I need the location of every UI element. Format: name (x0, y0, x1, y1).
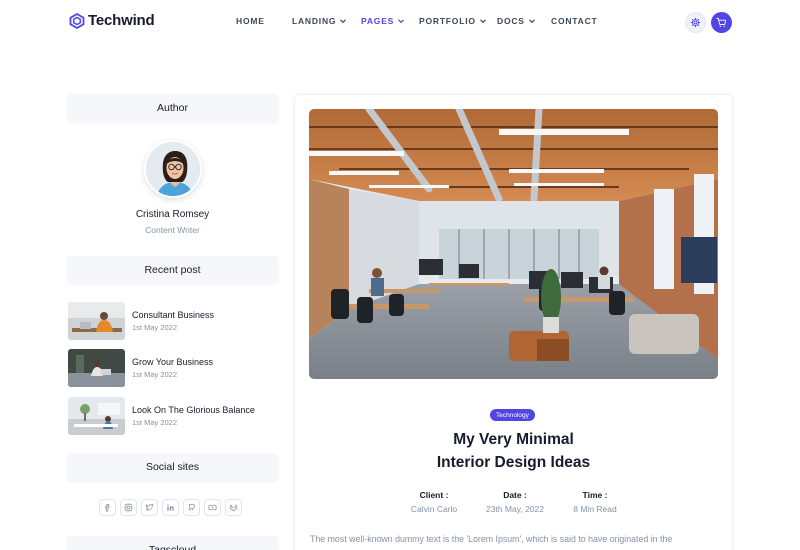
post-date: 1st May 2022 (132, 418, 178, 427)
avatar[interactable] (144, 140, 202, 198)
nav-item-label: CONTACT (551, 16, 598, 26)
meta-label: Date : (503, 490, 527, 500)
author-photo (146, 142, 200, 196)
nav-item-label: PAGES (361, 16, 395, 26)
nav-item-pages[interactable]: PAGES (361, 16, 405, 26)
nav-item-portfolio[interactable]: PORTFOLIO (419, 16, 487, 26)
meta-date: Date : 23th May, 2022 (470, 490, 560, 514)
chevron-down-icon (479, 19, 486, 24)
gear-icon (690, 17, 701, 28)
nav-item-label: HOME (236, 16, 265, 26)
social-sites-heading: Social sites (67, 453, 278, 481)
article-hero-image (309, 109, 718, 379)
meta-value: Calvin Carlo (410, 504, 458, 514)
post-title[interactable]: Look On The Glorious Balance (132, 405, 255, 415)
post-thumbnail[interactable] (68, 397, 125, 435)
twitter-icon[interactable] (141, 499, 158, 516)
tagscloud-heading: Tagscloud (67, 536, 278, 550)
recent-post-item[interactable]: Look On The Glorious Balance 1st May 202… (68, 397, 278, 435)
article-title-line-2: Interior Design Ideas (436, 454, 591, 471)
nav-item-label: LANDING (292, 16, 337, 26)
post-date: 1st May 2022 (132, 323, 178, 332)
nav-item-docs[interactable]: DOCS (497, 16, 536, 26)
facebook-icon[interactable] (99, 499, 116, 516)
recent-post-item[interactable]: Grow Your Business 1st May 2022 (68, 349, 278, 387)
nav-item-landing[interactable]: LANDING (292, 16, 347, 26)
recent-post-heading: Recent post (67, 256, 278, 284)
post-date: 1st May 2022 (132, 370, 178, 379)
post-thumbnail[interactable] (68, 349, 125, 387)
author-role: Content Writer (145, 225, 200, 235)
instagram-icon[interactable] (120, 499, 137, 516)
meta-label: Client : (419, 490, 449, 500)
article-title-line-1: My Very Minimal (453, 431, 574, 448)
meta-value: 23th May, 2022 (486, 504, 544, 514)
author-heading: Author (67, 94, 278, 122)
category-badge[interactable]: Technology (490, 409, 535, 421)
article-excerpt: The most well-known dummy text is the 'L… (310, 534, 673, 544)
linkedin-icon[interactable] (162, 499, 179, 516)
recent-post-item[interactable]: Consultant Business 1st May 2022 (68, 302, 278, 340)
cart-button[interactable] (711, 12, 732, 33)
post-title[interactable]: Consultant Business (132, 310, 214, 320)
youtube-icon[interactable] (204, 499, 221, 516)
meta-label: Time : (582, 490, 608, 500)
meta-time: Time : 8 Min Read (550, 490, 640, 514)
github-icon[interactable] (183, 499, 200, 516)
gitlab-icon[interactable] (225, 499, 242, 516)
nav-item-home[interactable]: HOME (236, 16, 265, 26)
nav-item-label: PORTFOLIO (419, 16, 476, 26)
social-links (99, 499, 242, 516)
meta-value: 8 Min Read (573, 504, 617, 514)
chevron-down-icon (528, 19, 535, 24)
post-thumbnail[interactable] (68, 302, 125, 340)
meta-client: Client : Calvin Carlo (389, 490, 479, 514)
main-nav: HOME LANDING PAGES PORTFOLIO DOCS CONTAC… (0, 16, 800, 30)
chevron-down-icon (398, 19, 405, 24)
settings-button[interactable] (685, 12, 706, 33)
nav-item-contact[interactable]: CONTACT (551, 16, 598, 26)
chevron-down-icon (340, 19, 347, 24)
post-title[interactable]: Grow Your Business (132, 357, 213, 367)
cart-icon (716, 17, 727, 28)
navbar: Techwind HOME LANDING PAGES PORTFOLIO DO… (0, 0, 800, 44)
author-name[interactable]: Cristina Romsey (67, 209, 278, 220)
nav-item-label: DOCS (497, 16, 525, 26)
